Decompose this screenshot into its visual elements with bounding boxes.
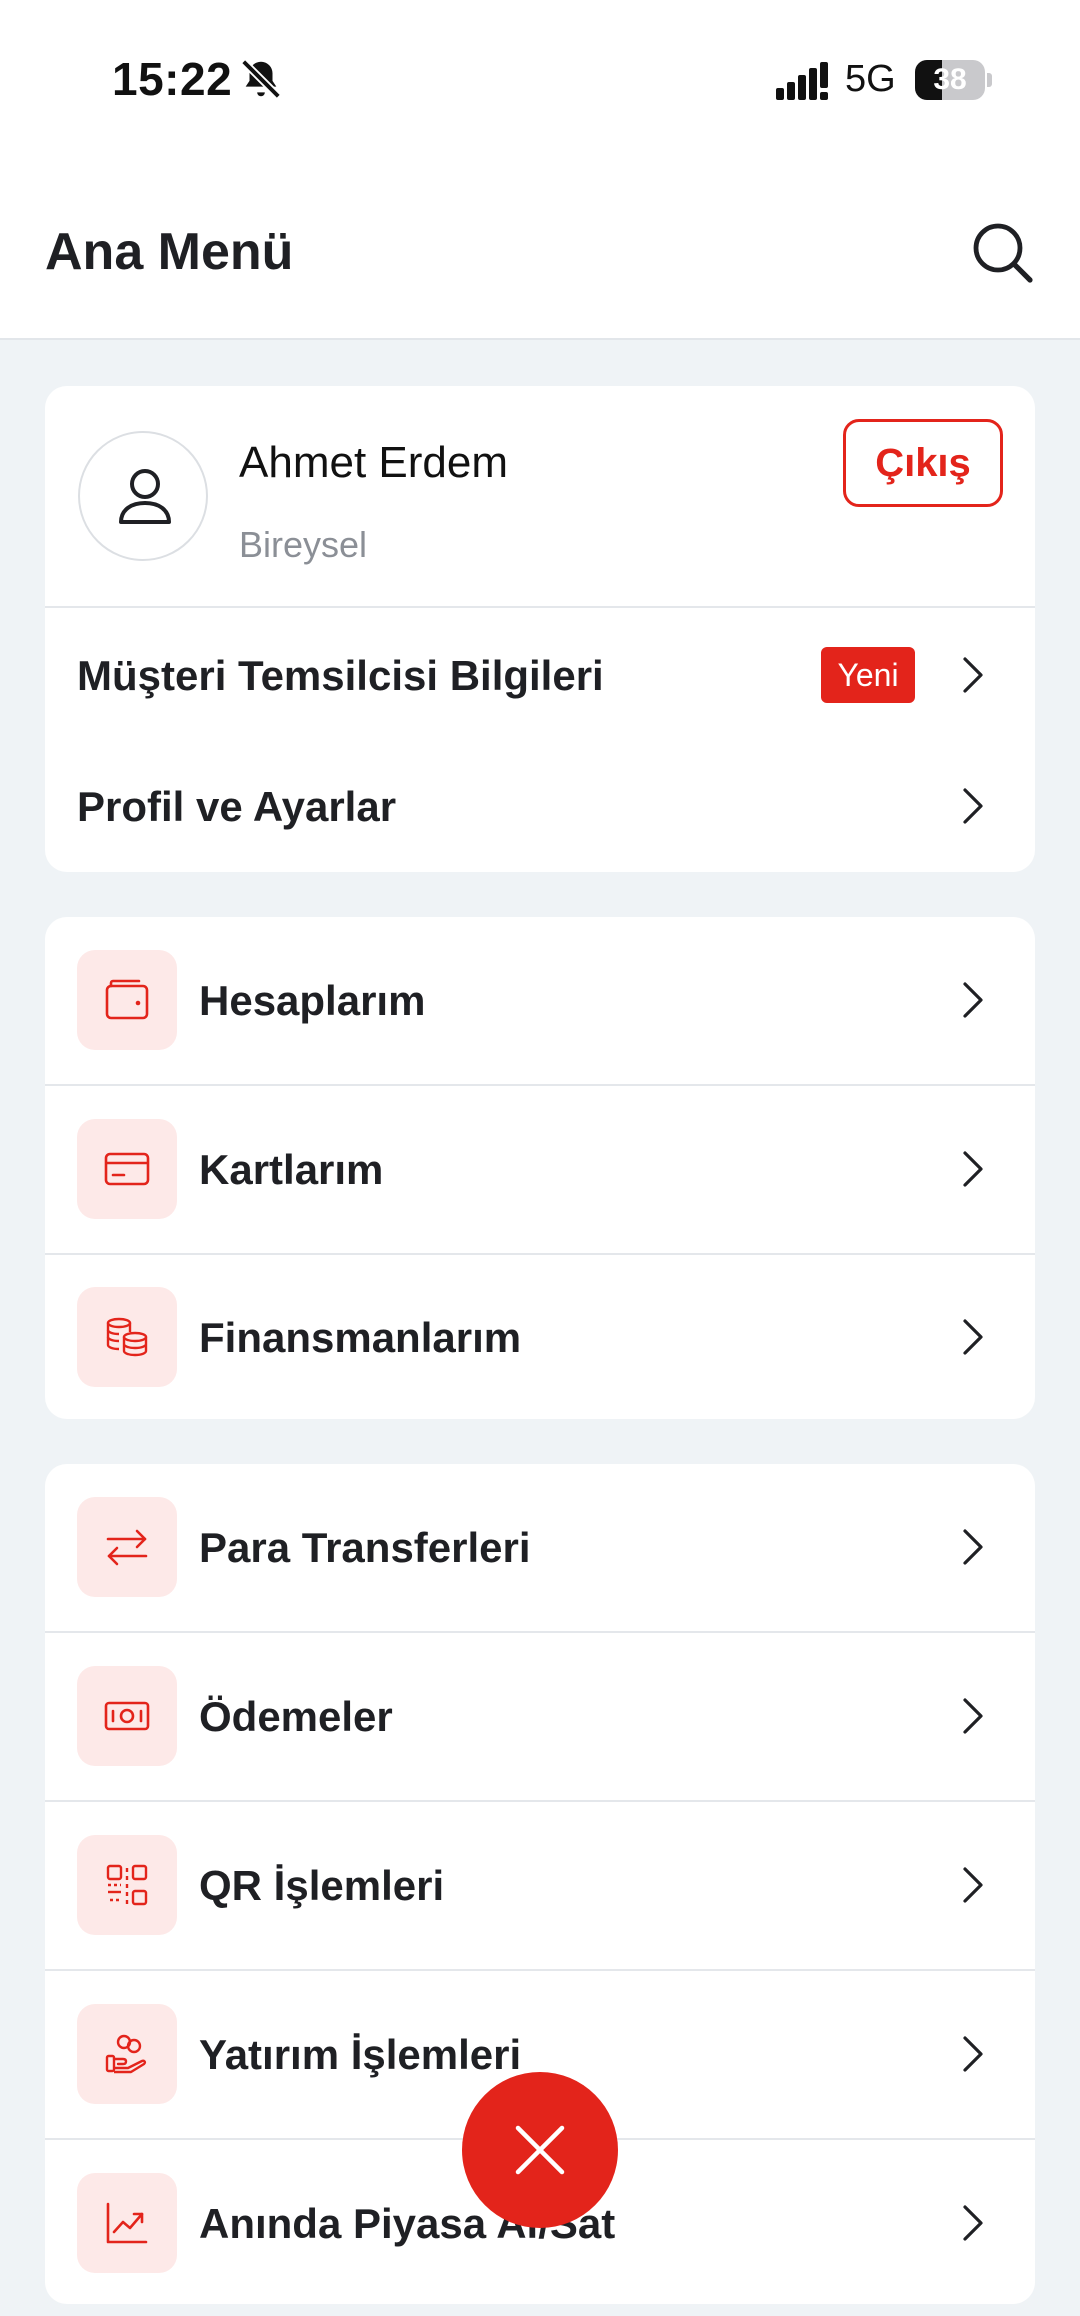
chevron-right-icon: [963, 982, 983, 1018]
search-icon[interactable]: [970, 220, 1034, 284]
menu-icon-box: [77, 2173, 177, 2273]
page-title: Ana Menü: [45, 223, 294, 281]
signal-icon: [776, 62, 828, 100]
menu-item-transfers[interactable]: Para Transferleri: [45, 1464, 1035, 1631]
menu-icon-box: [77, 1835, 177, 1935]
chevron-right-icon: [963, 2205, 983, 2241]
banknote-icon: [104, 1701, 150, 1731]
wallet-icon: [105, 979, 149, 1020]
menu-item-qr[interactable]: QR İşlemleri: [45, 1802, 1035, 1969]
menu-icon-box: [77, 1119, 177, 1219]
battery-level: 38: [933, 63, 967, 96]
user-name: Ahmet Erdem: [239, 438, 508, 487]
profile-settings-row[interactable]: Profil ve Ayarlar: [45, 741, 1035, 872]
menu-icon-box: [77, 2004, 177, 2104]
menu-icon-box: [77, 1497, 177, 1597]
chevron-right-icon: [963, 657, 983, 693]
battery-icon: 38: [915, 60, 992, 100]
representative-info-row[interactable]: Müşteri Temsilcisi Bilgileri Yeni: [45, 608, 1035, 741]
new-badge: Yeni: [821, 647, 915, 703]
invest-hand-icon: [105, 2034, 147, 2074]
accounts-card: Hesaplarım Kartlarım Finansmanlarım: [45, 917, 1035, 1419]
profile-card: Ahmet Erdem Bireysel Çıkış Müşteri Temsi…: [45, 386, 1035, 872]
profile-settings-label: Profil ve Ayarlar: [77, 783, 397, 830]
menu-item-label: Kartlarım: [199, 1146, 384, 1193]
top-bar: 15:22 5G 38 Ana Menü: [0, 0, 1080, 340]
chevron-right-icon: [963, 1529, 983, 1565]
menu-item-cards[interactable]: Kartlarım: [45, 1086, 1035, 1253]
menu-icon-box: [77, 1287, 177, 1387]
menu-item-label: Para Transferleri: [199, 1524, 531, 1571]
close-icon: [515, 2125, 565, 2175]
avatar: [78, 431, 208, 561]
network-type: 5G: [845, 58, 896, 100]
bell-off-icon: [241, 59, 281, 99]
menu-item-label: Finansmanlarım: [199, 1314, 522, 1361]
menu-item-label: QR İşlemleri: [199, 1862, 445, 1909]
logout-button[interactable]: Çıkış: [843, 419, 1003, 507]
menu-item-label: Hesaplarım: [199, 977, 426, 1024]
chevron-right-icon: [963, 1151, 983, 1187]
status-time: 15:22: [112, 53, 233, 105]
close-menu-button[interactable]: [462, 2072, 618, 2228]
chart-trend-icon: [106, 2202, 148, 2244]
menu-item-label: Ödemeler: [199, 1693, 393, 1740]
menu-icon-box: [77, 1666, 177, 1766]
chevron-right-icon: [963, 2036, 983, 2072]
chevron-right-icon: [963, 1319, 983, 1355]
chevron-right-icon: [963, 788, 983, 824]
menu-icon-box: [77, 950, 177, 1050]
menu-item-accounts[interactable]: Hesaplarım: [45, 917, 1035, 1084]
menu-item-label: Yatırım İşlemleri: [199, 2031, 522, 2078]
user-type: Bireysel: [239, 524, 368, 565]
transfer-arrows-icon: [106, 1529, 148, 1566]
menu-item-payments[interactable]: Ödemeler: [45, 1633, 1035, 1800]
coins-stack-icon: [106, 1317, 148, 1357]
user-icon: [119, 469, 171, 524]
qr-code-icon: [106, 1864, 148, 1906]
representative-info-label: Müşteri Temsilcisi Bilgileri: [77, 652, 604, 699]
menu-item-financing[interactable]: Finansmanlarım: [45, 1255, 1035, 1419]
chevron-right-icon: [963, 1698, 983, 1734]
chevron-right-icon: [963, 1867, 983, 1903]
credit-card-icon: [104, 1152, 150, 1186]
